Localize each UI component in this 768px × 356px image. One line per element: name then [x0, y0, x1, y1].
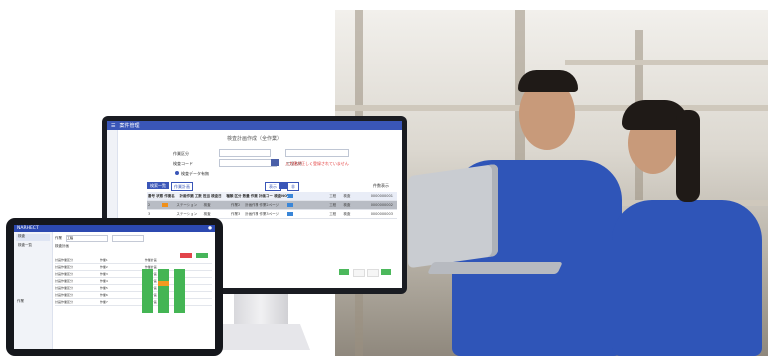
search-input[interactable]: 工程 [66, 235, 108, 242]
left-label: 作業 [17, 299, 24, 303]
section-label: 検査計画 [55, 244, 69, 248]
search-button[interactable] [271, 159, 279, 166]
shelf-board [565, 60, 768, 65]
secondary-button[interactable] [353, 269, 365, 277]
radio-icon[interactable] [175, 171, 179, 175]
form-label-1: 作業区分 [173, 151, 189, 156]
table-row[interactable]: 2 ステーション 検査 作業2 計画作業区分 作業2ページ 工程 検査 0000… [147, 201, 397, 210]
data-table: 番号 状態 作業名 計画作業区分 工数 担当 検査日 種類 区分 数量 作業 計… [147, 192, 397, 219]
tablet-logo: NARHECT [17, 226, 39, 231]
laptop [408, 163, 498, 269]
list-item[interactable]: 計画作業区分 作業2 作業計画 [55, 264, 212, 271]
check-label: 検査データ有無 [181, 171, 209, 176]
list-item[interactable]: 計画作業区分作業6作業計画 [55, 292, 212, 299]
laptop-keyboard [427, 262, 563, 274]
add-button[interactable] [196, 253, 208, 258]
delete-button[interactable] [180, 253, 192, 258]
toggle-on[interactable] [279, 182, 287, 189]
confirm-button[interactable] [339, 269, 349, 275]
status-column [158, 269, 169, 313]
tab-list[interactable]: 検索一覧 [147, 182, 169, 189]
status-badge [162, 202, 169, 207]
monitor-base [210, 324, 310, 350]
tablet-sidebar: 検査 検査一覧 [14, 232, 53, 349]
status-column [142, 269, 153, 313]
menu-icon[interactable]: ☰ [111, 123, 115, 129]
table-caption: 件数表示 [373, 183, 389, 188]
filter-input[interactable] [112, 235, 144, 242]
tablet-screen: NARHECT ● 検査 検査一覧 作業 工程 検査計画 計画作業区分 作業1 作業… [14, 225, 215, 349]
list-item[interactable]: 計画作業区分作業7作業計画 [55, 299, 212, 306]
app-header: ☰ 案件管理 [107, 121, 402, 130]
page-title: 検査計画作成（全作業） [227, 136, 283, 142]
user-icon[interactable]: ● [208, 226, 212, 231]
app-header-title: 案件管理 [119, 123, 140, 129]
save-button[interactable] [381, 269, 391, 275]
cancel-button[interactable] [367, 269, 379, 277]
list-item[interactable]: 計画作業区分作業4作業計画 [55, 278, 212, 285]
input-1[interactable]: 工程 [219, 149, 271, 166]
table-header-row: 番号 状態 作業名 計画作業区分 工数 担当 検査日 種類 区分 数量 作業 計… [147, 192, 289, 201]
status-cell-warning [158, 281, 169, 286]
sidebar-item-list[interactable]: 検査一覧 [16, 243, 50, 250]
status-column [174, 269, 185, 313]
monitor-stand [234, 294, 288, 328]
type-badge [286, 202, 293, 207]
input-2[interactable]: 工程名称 [285, 149, 349, 166]
code-input[interactable] [219, 159, 277, 167]
tab-plan[interactable]: 作業計画 [171, 182, 193, 191]
list-item[interactable]: 計画作業区分 作業1 作業計画 [55, 257, 212, 264]
list-item[interactable]: 計画作業区分作業5作業計画 [55, 285, 212, 292]
tablet-header: NARHECT ● [14, 225, 215, 232]
toggle-off[interactable]: 非 [287, 182, 299, 191]
type-badge [286, 211, 293, 216]
warning-text: 入力値が正しく登録されていません [285, 161, 349, 166]
search-label: 作業 [55, 236, 62, 240]
list-item[interactable]: 計画作業区分作業3作業計画 [55, 271, 212, 278]
tablet-main: 作業 工程 検査計画 計画作業区分 作業1 作業計画 計画作業区分 作業2 作業計画 計… [55, 235, 212, 346]
sidebar-item-inspection[interactable]: 検査 [16, 234, 50, 241]
form-label-2: 検査コード [173, 161, 193, 166]
